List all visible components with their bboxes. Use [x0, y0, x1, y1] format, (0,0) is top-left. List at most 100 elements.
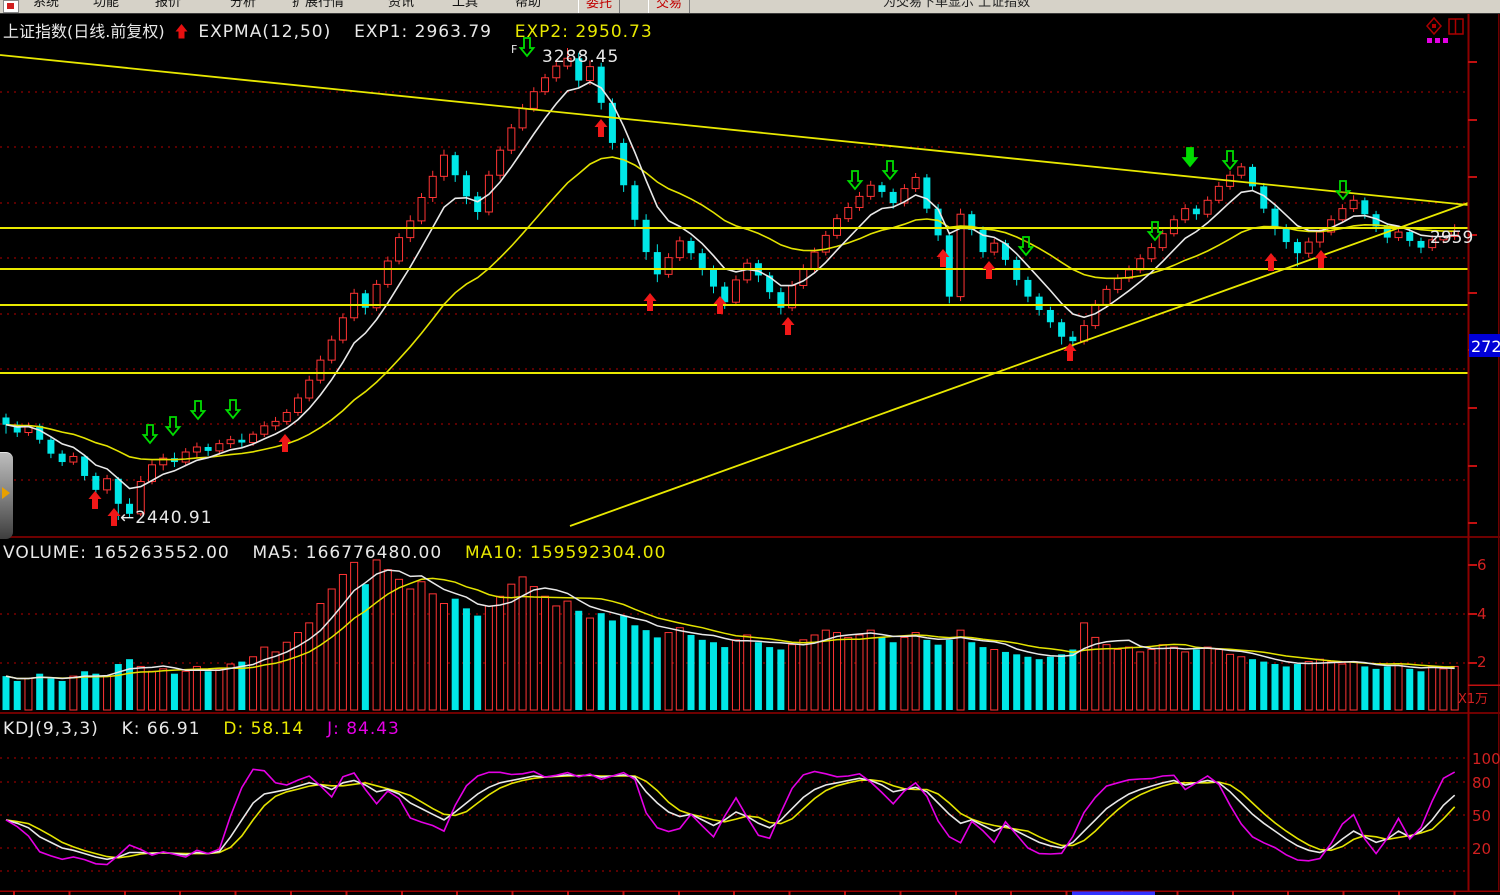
candle-down	[1294, 242, 1301, 253]
high-annotation: 3288.45	[542, 47, 619, 67]
candle-up	[519, 108, 526, 127]
volume-bar-down	[126, 659, 133, 710]
volume-ma10-value: MA10: 159592304.00	[465, 543, 666, 563]
candle-down	[1036, 297, 1043, 310]
menu-item-4[interactable]: 分析	[230, 0, 256, 13]
volume-bar-down	[59, 681, 66, 710]
candle-down	[115, 479, 122, 504]
menu-item-3[interactable]: 报价	[155, 0, 181, 13]
candle-up	[1159, 234, 1166, 248]
kdj-axis-label: 100	[1472, 750, 1500, 768]
trend-line[interactable]	[570, 203, 1468, 526]
volume-bar-up	[384, 570, 391, 710]
volume-bar-up	[373, 560, 380, 710]
chart-corner-icons[interactable]	[1427, 18, 1463, 43]
volume-bar-down	[620, 616, 627, 710]
menu-item-10[interactable]: 交易	[648, 0, 690, 14]
sell-arrow-solid-marker	[1184, 148, 1197, 166]
menu-item-6[interactable]: 资讯	[388, 0, 414, 13]
magenta-dot	[1443, 38, 1448, 43]
candle-up	[328, 340, 335, 360]
volume-bar-down	[474, 616, 481, 710]
volume-bar-up	[1092, 637, 1099, 710]
panel-expander-tab[interactable]	[0, 452, 13, 539]
volume-bar-up	[856, 635, 863, 710]
volume-bar-up	[25, 679, 32, 710]
volume-bar-down	[609, 620, 616, 710]
exp2-line	[6, 157, 1455, 460]
candle-up	[1395, 232, 1402, 238]
menu-bar: 系统功能报价分析扩展行情资讯工具帮助委托交易 为交易下单显示 上证指数	[0, 0, 1500, 14]
candle-up	[384, 261, 391, 284]
volume-bar-down	[755, 642, 762, 710]
volume-bar-down	[14, 681, 21, 710]
menu-item-5[interactable]: 扩展行情	[292, 0, 344, 13]
volume-bar-up	[497, 596, 504, 710]
buy-arrow-marker	[644, 293, 657, 311]
volume-bar-down	[1024, 657, 1031, 710]
menu-item-2[interactable]: 功能	[93, 0, 119, 13]
volume-bar-up	[1316, 659, 1323, 710]
volume-unit-label: X1万	[1458, 692, 1488, 707]
menu-item-1[interactable]: 系统	[33, 0, 59, 13]
candle-up	[1316, 232, 1323, 242]
trend-line[interactable]	[0, 55, 1468, 205]
volume-value[interactable]: VOLUME: 165263552.00	[3, 543, 230, 563]
volume-bar-down	[1193, 650, 1200, 711]
volume-bar-up	[1103, 645, 1110, 710]
candle-up	[856, 196, 863, 207]
candle-down	[1271, 209, 1278, 228]
candle-down	[631, 185, 638, 220]
kdj-d-value: D: 58.14	[223, 719, 304, 739]
volume-bar-down	[47, 679, 54, 710]
volume-bar-up	[1350, 662, 1357, 710]
candle-up	[1170, 220, 1177, 234]
kdj-k-value: K: 66.91	[122, 719, 201, 739]
volume-bar-up	[306, 623, 313, 710]
scrollbar-segment[interactable]	[1072, 892, 1155, 895]
volume-bar-up	[732, 640, 739, 710]
candle-down	[643, 220, 650, 252]
menu-item-8[interactable]: 帮助	[515, 0, 541, 13]
volume-bar-up	[193, 666, 200, 710]
candle-down	[598, 67, 605, 103]
volume-bar-down	[1069, 650, 1076, 711]
axis-labels: 2959272642X1万100805020	[1430, 228, 1500, 858]
candle-up	[530, 92, 537, 109]
low-annotation: ←2440.91	[120, 508, 213, 528]
symbol-title: 上证指数(日线.前复权)	[3, 22, 165, 41]
candle-down	[1283, 228, 1290, 242]
volume-bar-up	[1159, 645, 1166, 710]
candle-up	[1114, 278, 1121, 289]
candle-up	[396, 238, 403, 261]
menu-item-9[interactable]: 委托	[578, 0, 620, 14]
volume-bar-down	[575, 611, 582, 710]
volume-bar-down	[463, 608, 470, 710]
sell-arrow-marker	[192, 401, 205, 419]
volume-bar-up	[182, 671, 189, 710]
volume-bar-up	[148, 671, 155, 710]
candle-down	[1047, 310, 1054, 322]
candle-down	[1024, 280, 1031, 297]
kdj-indicator-name[interactable]: KDJ(9,3,3)	[3, 719, 99, 739]
candlestick-series[interactable]	[3, 48, 1459, 520]
candle-up	[1238, 167, 1245, 175]
candle-up	[429, 176, 436, 197]
candle-down	[474, 196, 481, 212]
crosshair-price-label: 272	[1471, 337, 1500, 356]
kdj-axis-label: 20	[1472, 840, 1491, 858]
volume-panel-header: VOLUME: 165263552.00 MA5: 166776480.00 M…	[3, 543, 666, 563]
volume-bar-up	[676, 628, 683, 710]
candle-down	[620, 143, 627, 185]
chart-canvas[interactable]: 3288.45F←2440.912959272642X1万100805020	[0, 0, 1500, 895]
volume-bar-up	[1440, 669, 1447, 710]
menu-item-7[interactable]: 工具	[452, 0, 478, 13]
candle-down	[923, 177, 930, 208]
app-icon[interactable]	[3, 0, 19, 13]
volume-bar-down	[362, 584, 369, 710]
diamond-dot	[1432, 24, 1436, 28]
volume-bar-up	[867, 630, 874, 710]
indicator-name[interactable]: EXPMA(12,50)	[198, 22, 331, 42]
candle-down	[890, 192, 897, 203]
sell-arrow-marker	[144, 425, 157, 443]
